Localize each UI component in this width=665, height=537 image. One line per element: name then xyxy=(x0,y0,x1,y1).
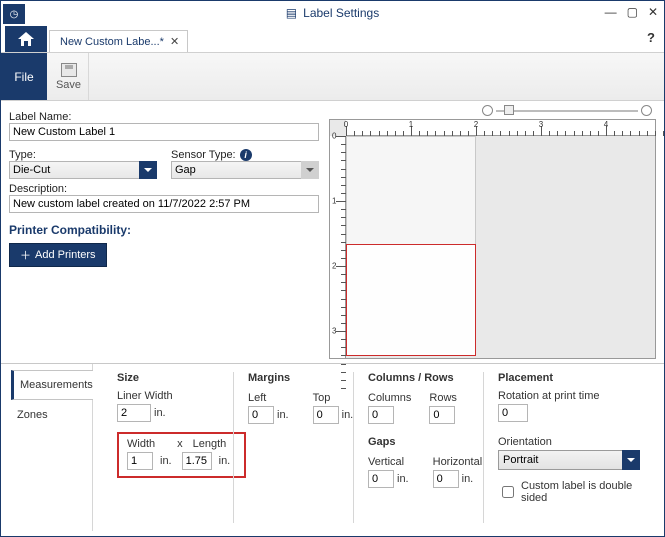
zoom-in-icon[interactable] xyxy=(641,105,652,116)
length-input[interactable] xyxy=(182,452,212,470)
orientation-label: Orientation xyxy=(498,436,640,448)
chevron-down-icon[interactable] xyxy=(139,161,157,179)
unit-label: in. xyxy=(154,407,166,419)
columns-label: Columns xyxy=(368,392,411,404)
gap-horizontal-label: Horizontal xyxy=(433,456,483,468)
app-icon: ◷ xyxy=(3,4,25,24)
size-highlight: Width x Length in. in. xyxy=(117,432,246,478)
zoom-slider[interactable] xyxy=(482,105,652,117)
double-sided-checkbox[interactable]: Custom label is double sided xyxy=(498,480,640,504)
close-tab-icon[interactable]: ✕ xyxy=(170,35,179,48)
columns-input[interactable] xyxy=(368,406,394,424)
maximize-button[interactable]: ▢ xyxy=(627,5,638,19)
label-name-label: Label Name: xyxy=(9,111,319,123)
length-label: Length xyxy=(193,438,227,450)
help-button[interactable]: ? xyxy=(647,30,655,45)
width-input[interactable] xyxy=(127,452,153,470)
label-outline xyxy=(346,244,476,356)
zoom-thumb[interactable] xyxy=(504,105,514,115)
document-tab[interactable]: New Custom Labe...* ✕ xyxy=(49,30,188,52)
title-bar: ◷ ▤ Label Settings — ▢ ✕ xyxy=(1,1,664,25)
description-input[interactable] xyxy=(9,195,319,213)
margins-header: Margins xyxy=(248,372,339,384)
gap-vertical-label: Vertical xyxy=(368,456,415,468)
save-label: Save xyxy=(56,79,81,91)
chevron-down-icon[interactable] xyxy=(301,161,319,179)
rows-label: Rows xyxy=(429,392,457,404)
rotation-label: Rotation at print time xyxy=(498,390,640,402)
placement-header: Placement xyxy=(498,372,640,384)
margin-left-input[interactable] xyxy=(248,406,274,424)
plus-icon: ＋ xyxy=(20,247,31,263)
gaps-header: Gaps xyxy=(368,436,469,448)
orientation-select[interactable] xyxy=(498,450,640,470)
rotation-input[interactable] xyxy=(498,404,528,422)
liner-width-input[interactable] xyxy=(117,404,151,422)
margin-top-input[interactable] xyxy=(313,406,339,424)
sensor-type-label: Sensor Type:i xyxy=(171,149,319,161)
width-label: Width xyxy=(127,438,155,450)
panel-size: Size Liner Width in. Width x Length in. … xyxy=(103,372,233,523)
add-printers-label: Add Printers xyxy=(35,249,96,261)
add-printers-button[interactable]: ＋ Add Printers xyxy=(9,243,107,267)
info-icon[interactable]: i xyxy=(240,149,252,161)
margin-left-label: Left xyxy=(248,392,295,404)
settings-icon: ▤ xyxy=(286,6,297,20)
file-menu-button[interactable]: File xyxy=(1,53,47,100)
panel-margins: Margins Left in. Top in. xyxy=(233,372,353,523)
liner-width-label: Liner Width xyxy=(117,390,219,402)
description-label: Description: xyxy=(9,183,319,195)
window-title: Label Settings xyxy=(303,6,379,20)
chevron-down-icon[interactable] xyxy=(622,450,640,470)
gap-horizontal-input[interactable] xyxy=(433,470,459,488)
label-preview: 01234 0123 xyxy=(329,107,656,359)
type-label: Type: xyxy=(9,149,157,161)
gap-vertical-input[interactable] xyxy=(368,470,394,488)
ribbon: File Save xyxy=(1,53,664,101)
tab-measurements[interactable]: Measurements xyxy=(11,370,93,400)
preview-canvas[interactable]: 01234 0123 xyxy=(329,119,656,359)
ruler-horizontal: 01234 xyxy=(346,120,655,136)
panel-columns-rows: Columns / Rows Columns Rows Gaps Vertica… xyxy=(353,372,483,523)
zoom-out-icon[interactable] xyxy=(482,105,493,116)
minimize-button[interactable]: — xyxy=(605,5,617,19)
document-tab-label: New Custom Labe...* xyxy=(60,36,164,48)
tab-zones[interactable]: Zones xyxy=(11,400,92,430)
home-tab[interactable] xyxy=(5,26,47,52)
tab-bar: New Custom Labe...* ✕ ? xyxy=(1,25,664,53)
label-name-input[interactable] xyxy=(9,123,319,141)
save-button[interactable]: Save xyxy=(49,53,89,100)
close-button[interactable]: ✕ xyxy=(648,5,658,19)
rows-input[interactable] xyxy=(429,406,455,424)
panel-placement: Placement Rotation at print time Orienta… xyxy=(483,372,654,523)
x-label: x xyxy=(177,438,183,450)
sensor-type-select[interactable] xyxy=(171,161,319,179)
side-tabs: Measurements Zones xyxy=(1,364,93,531)
printer-compat-header: Printer Compatibility: xyxy=(9,223,319,237)
type-select[interactable] xyxy=(9,161,157,179)
columns-rows-header: Columns / Rows xyxy=(368,372,469,384)
settings-panel: Measurements Zones Size Liner Width in. … xyxy=(1,363,664,531)
properties-form: Label Name: Type: Sensor Type:i Descript… xyxy=(9,107,319,359)
ruler-vertical: 0123 xyxy=(330,136,346,358)
save-icon xyxy=(61,63,77,77)
double-sided-input[interactable] xyxy=(502,486,514,498)
double-sided-label: Custom label is double sided xyxy=(521,480,640,504)
size-header: Size xyxy=(117,372,219,384)
